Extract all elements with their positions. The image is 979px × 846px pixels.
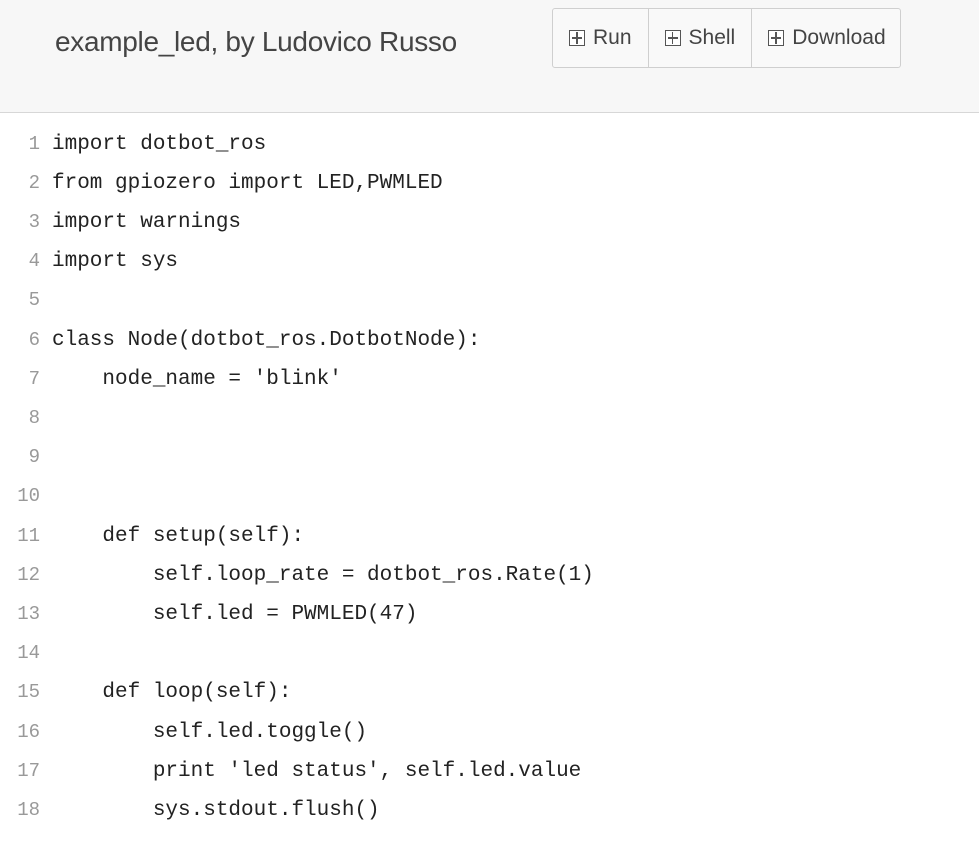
- line-number: 9: [28, 446, 40, 468]
- line-number: 7: [28, 368, 40, 390]
- code-text[interactable]: from gpiozero import LED,PWMLED: [50, 172, 443, 195]
- toolbar: Run Shell Download: [552, 8, 901, 68]
- code-line[interactable]: 10: [0, 480, 52, 512]
- code-text[interactable]: node_name = 'blink': [50, 368, 341, 391]
- shell-button[interactable]: Shell: [649, 9, 753, 67]
- project-title: example_led, by Ludovico Russo: [55, 26, 457, 57]
- code-text[interactable]: import sys: [50, 250, 178, 273]
- code-line[interactable]: 1 import dotbot_ros: [0, 128, 267, 160]
- line-number: 16: [17, 721, 40, 743]
- line-number: 5: [28, 289, 40, 311]
- code-line[interactable]: 11 def setup(self):: [0, 520, 304, 552]
- line-number: 14: [17, 642, 40, 664]
- code-line[interactable]: 13 self.led = PWMLED(47): [0, 598, 417, 630]
- line-number: 12: [17, 564, 40, 586]
- code-line[interactable]: 18 sys.stdout.flush(): [0, 794, 380, 826]
- line-number: 3: [28, 211, 40, 233]
- code-text[interactable]: import dotbot_ros: [50, 133, 266, 156]
- line-number: 8: [28, 407, 40, 429]
- line-number: 15: [17, 681, 40, 703]
- code-line[interactable]: 12 self.loop_rate = dotbot_ros.Rate(1): [0, 559, 594, 591]
- code-text[interactable]: import warnings: [50, 211, 241, 234]
- run-icon: [569, 30, 585, 46]
- line-number: 6: [28, 329, 40, 351]
- code-line[interactable]: 16 self.led.toggle(): [0, 716, 367, 748]
- download-label: Download: [792, 26, 886, 49]
- line-number: 13: [17, 603, 40, 625]
- code-line[interactable]: 6 class Node(dotbot_ros.DotbotNode):: [0, 324, 481, 356]
- download-icon: [768, 30, 785, 46]
- code-editor[interactable]: 1 import dotbot_ros 2 from gpiozero import…: [0, 113, 979, 846]
- code-text[interactable]: def loop(self):: [50, 681, 291, 704]
- code-line[interactable]: 7 node_name = 'blink': [0, 363, 342, 395]
- code-line[interactable]: 3 import warnings: [0, 206, 241, 238]
- code-text[interactable]: print 'led status', self.led.value: [50, 760, 581, 783]
- code-text[interactable]: class Node(dotbot_ros.DotbotNode):: [50, 329, 480, 352]
- code-text[interactable]: self.led.toggle(): [50, 721, 367, 744]
- code-line[interactable]: 9: [0, 441, 52, 473]
- line-number: 18: [17, 799, 40, 821]
- code-line[interactable]: 2 from gpiozero import LED,PWMLED: [0, 167, 443, 199]
- run-button[interactable]: Run: [553, 9, 649, 67]
- code-text[interactable]: self.led = PWMLED(47): [50, 603, 418, 626]
- code-line[interactable]: 15 def loop(self):: [0, 676, 291, 708]
- line-number: 4: [28, 250, 40, 272]
- code-text[interactable]: self.loop_rate = dotbot_ros.Rate(1): [50, 564, 594, 587]
- editor-header: example_led, by Ludovico Russo Run Shell…: [0, 0, 979, 113]
- code-line[interactable]: 5: [0, 284, 52, 316]
- code-line[interactable]: 17 print 'led status', self.led.value: [0, 755, 581, 787]
- code-text[interactable]: sys.stdout.flush(): [50, 799, 380, 822]
- code-line[interactable]: 4 import sys: [0, 245, 178, 277]
- line-number: 2: [28, 172, 40, 194]
- line-number: 1: [28, 133, 40, 155]
- shell-icon: [664, 30, 681, 46]
- code-line[interactable]: 14: [0, 637, 52, 669]
- code-text[interactable]: def setup(self):: [50, 525, 304, 548]
- download-button[interactable]: Download: [752, 9, 899, 67]
- line-number: 10: [17, 485, 40, 507]
- run-label: Run: [593, 26, 632, 49]
- shell-label: Shell: [688, 26, 736, 49]
- line-number: 11: [17, 525, 40, 547]
- code-line[interactable]: 8: [0, 402, 52, 434]
- line-number: 17: [17, 760, 40, 782]
